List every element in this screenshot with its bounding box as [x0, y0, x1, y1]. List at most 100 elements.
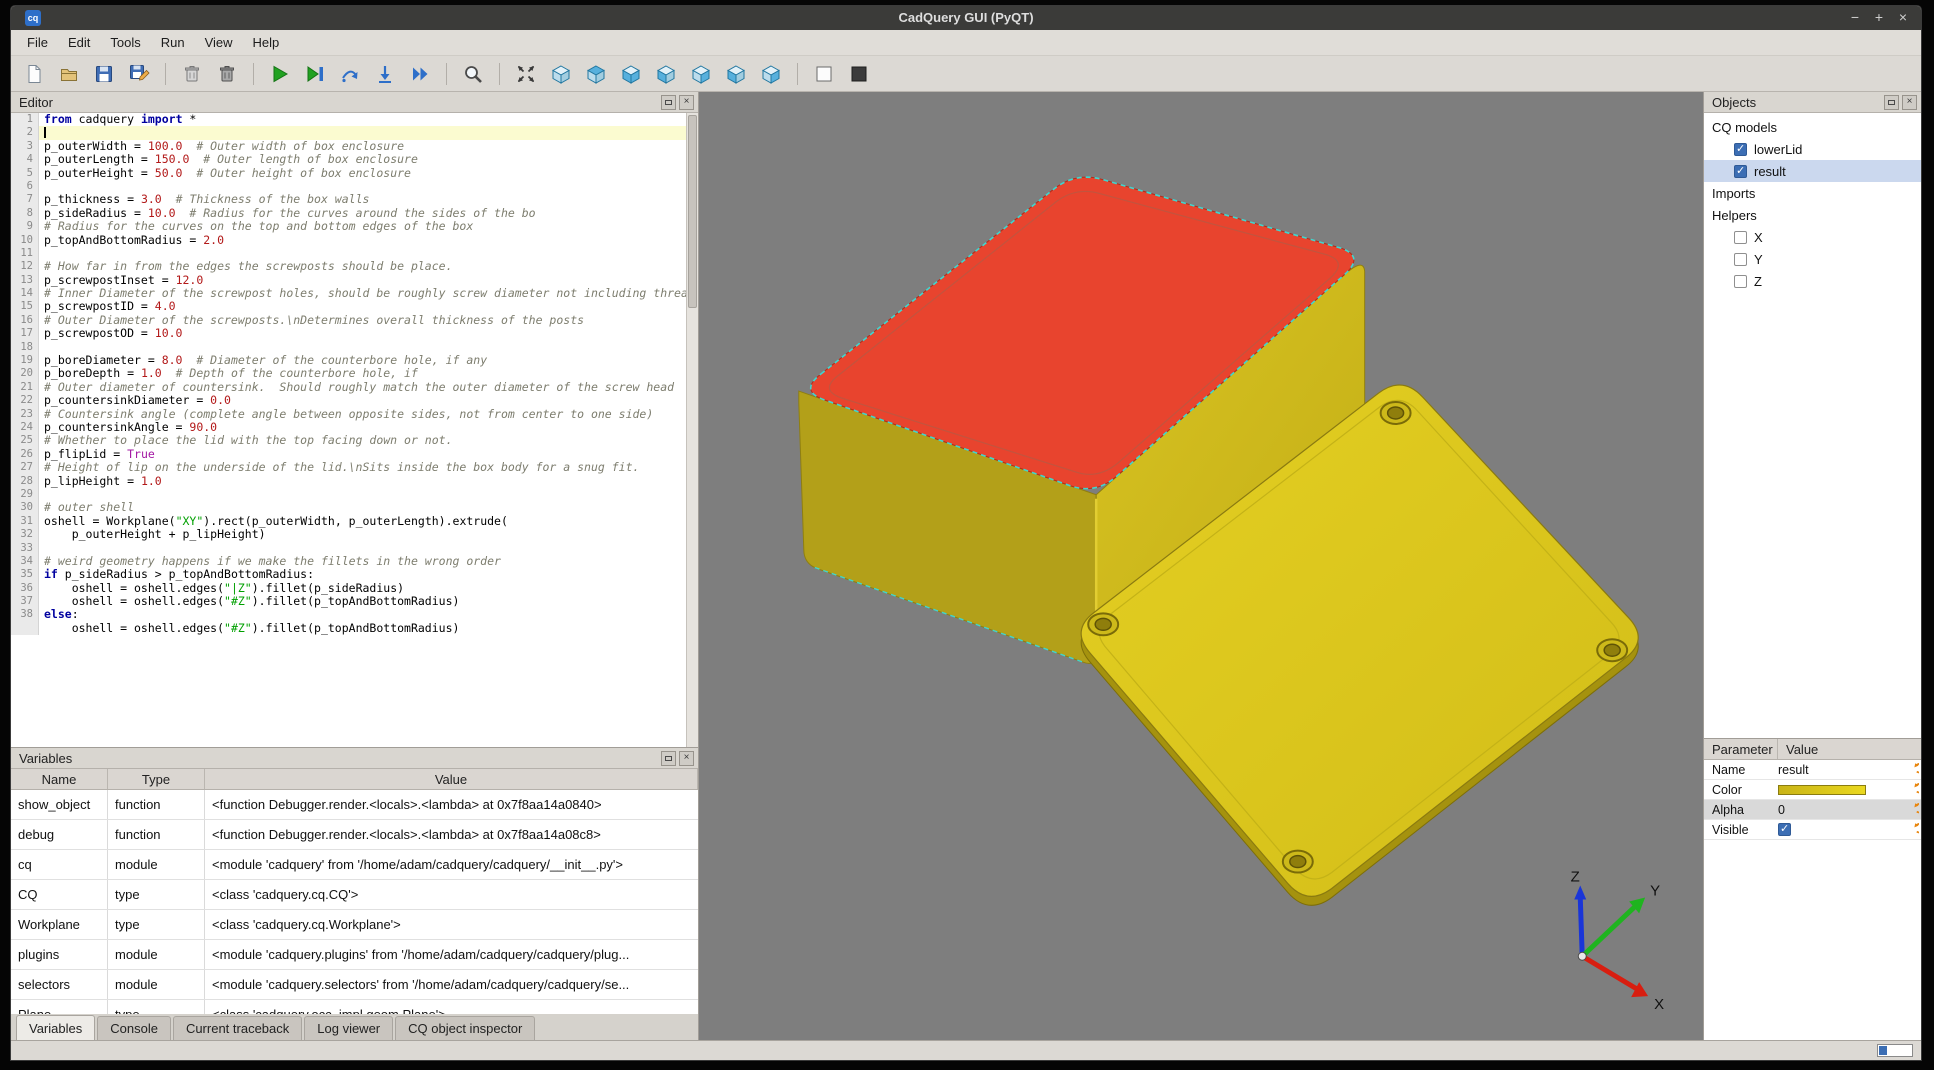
zoom-button[interactable]: [458, 60, 488, 88]
run-button[interactable]: [265, 60, 295, 88]
editor-scrollbar[interactable]: [686, 113, 698, 747]
tab-current-traceback[interactable]: Current traceback: [173, 1016, 302, 1042]
code-line[interactable]: 10p_topAndBottomRadius = 2.0: [11, 234, 686, 247]
variable-row-Plane[interactable]: Planetype<class 'cadquery.occ_impl.geom.…: [11, 1000, 698, 1014]
menu-tools[interactable]: Tools: [100, 31, 150, 54]
variable-row-CQ[interactable]: CQtype<class 'cadquery.cq.CQ'>: [11, 880, 698, 910]
parameter-row-name[interactable]: Nameresult: [1704, 760, 1921, 780]
new-file-button[interactable]: [19, 60, 49, 88]
code-line[interactable]: 17p_screwpostOD = 10.0: [11, 327, 686, 340]
visible-checkbox[interactable]: [1778, 823, 1791, 836]
view-bottom-button[interactable]: [616, 60, 646, 88]
parameter-row-color[interactable]: Color: [1704, 780, 1921, 800]
code-line[interactable]: 6: [11, 180, 686, 193]
tab-variables[interactable]: Variables: [16, 1015, 95, 1042]
reset-parameter-icon[interactable]: [1903, 763, 1921, 776]
code-line[interactable]: 16# Outer Diameter of the screwposts.\nD…: [11, 314, 686, 327]
code-line[interactable]: 24p_countersinkAngle = 90.0: [11, 421, 686, 434]
reset-parameter-icon[interactable]: [1903, 803, 1921, 816]
tree-item-z[interactable]: Z: [1704, 270, 1921, 292]
tree-item-cq-models[interactable]: CQ models: [1704, 116, 1921, 138]
code-line[interactable]: 36 oshell = oshell.edges("|Z").fillet(p_…: [11, 582, 686, 595]
code-line[interactable]: 13p_screwpostInset = 12.0: [11, 274, 686, 287]
code-line[interactable]: 7p_thickness = 3.0 # Thickness of the bo…: [11, 193, 686, 206]
debug-button[interactable]: [300, 60, 330, 88]
editor-float-button[interactable]: [661, 95, 676, 110]
editor-scrollbar-handle[interactable]: [688, 115, 697, 308]
code-line[interactable]: 25# Whether to place the lid with the to…: [11, 434, 686, 447]
editor-close-button[interactable]: ×: [679, 95, 694, 110]
titlebar[interactable]: cq CadQuery GUI (PyQT) − + ×: [11, 6, 1921, 30]
tree-item-lowerlid[interactable]: lowerLid: [1704, 138, 1921, 160]
tab-console[interactable]: Console: [97, 1016, 171, 1042]
code-line[interactable]: 29: [11, 488, 686, 501]
view-left-button[interactable]: [721, 60, 751, 88]
code-area[interactable]: 1from cadquery import *23p_outerWidth = …: [11, 113, 686, 747]
tree-item-x[interactable]: X: [1704, 226, 1921, 248]
tree-item-result[interactable]: result: [1704, 160, 1921, 182]
parameter-row-alpha[interactable]: Alpha0: [1704, 800, 1921, 820]
code-line[interactable]: 8p_sideRadius = 10.0 # Radius for the cu…: [11, 207, 686, 220]
close-button[interactable]: ×: [1891, 6, 1915, 30]
code-line[interactable]: 31oshell = Workplane("XY").rect(p_outerW…: [11, 515, 686, 528]
code-line[interactable]: 38else:: [11, 608, 686, 621]
menu-file[interactable]: File: [17, 31, 58, 54]
lowerlid-checkbox[interactable]: [1734, 143, 1747, 156]
view-iso-button[interactable]: [546, 60, 576, 88]
code-line[interactable]: 2: [11, 126, 686, 139]
code-line[interactable]: 19p_boreDiameter = 8.0 # Diameter of the…: [11, 354, 686, 367]
parameter-row-visible[interactable]: Visible: [1704, 820, 1921, 840]
z-checkbox[interactable]: [1734, 275, 1747, 288]
code-line[interactable]: 33: [11, 542, 686, 555]
code-line[interactable]: 26p_flipLid = True: [11, 448, 686, 461]
column-header[interactable]: Type: [108, 769, 205, 789]
objects-float-button[interactable]: [1884, 95, 1899, 110]
open-button[interactable]: [54, 60, 84, 88]
variable-row-cq[interactable]: cqmodule<module 'cadquery' from '/home/a…: [11, 850, 698, 880]
code-line[interactable]: 11: [11, 247, 686, 260]
reset-parameter-icon[interactable]: [1903, 783, 1921, 796]
reset-parameter-icon[interactable]: [1903, 823, 1921, 836]
code-line[interactable]: 12# How far in from the edges the screwp…: [11, 260, 686, 273]
code-line[interactable]: 30# outer shell: [11, 501, 686, 514]
column-header[interactable]: Value: [205, 769, 698, 789]
result-checkbox[interactable]: [1734, 165, 1747, 178]
menu-edit[interactable]: Edit: [58, 31, 100, 54]
viewport-3d[interactable]: Z Y X: [699, 92, 1703, 1040]
code-line[interactable]: 15p_screwpostID = 4.0: [11, 300, 686, 313]
menu-run[interactable]: Run: [151, 31, 195, 54]
variable-row-debug[interactable]: debugfunction<function Debugger.render.<…: [11, 820, 698, 850]
tree-item-imports[interactable]: Imports: [1704, 182, 1921, 204]
column-header[interactable]: Name: [11, 769, 108, 789]
wireframe-button[interactable]: [809, 60, 839, 88]
tab-log-viewer[interactable]: Log viewer: [304, 1016, 393, 1042]
save-as-button[interactable]: [124, 60, 154, 88]
color-swatch[interactable]: [1778, 785, 1866, 795]
view-top-button[interactable]: [581, 60, 611, 88]
variable-row-show_object[interactable]: show_objectfunction<function Debugger.re…: [11, 790, 698, 820]
view-front-button[interactable]: [651, 60, 681, 88]
code-line[interactable]: 35if p_sideRadius > p_topAndBottomRadius…: [11, 568, 686, 581]
delete-button[interactable]: [212, 60, 242, 88]
code-line[interactable]: 14# Inner Diameter of the screwpost hole…: [11, 287, 686, 300]
view-back-button[interactable]: [686, 60, 716, 88]
step-over-button[interactable]: [335, 60, 365, 88]
variables-close-button[interactable]: ×: [679, 751, 694, 766]
code-line[interactable]: 32 p_outerHeight + p_lipHeight): [11, 528, 686, 541]
shaded-button[interactable]: [844, 60, 874, 88]
view-right-button[interactable]: [756, 60, 786, 88]
save-button[interactable]: [89, 60, 119, 88]
menu-help[interactable]: Help: [243, 31, 290, 54]
code-line[interactable]: 23# Countersink angle (complete angle be…: [11, 408, 686, 421]
x-checkbox[interactable]: [1734, 231, 1747, 244]
code-line[interactable]: 21# Outer diameter of countersink. Shoul…: [11, 381, 686, 394]
tree-item-y[interactable]: Y: [1704, 248, 1921, 270]
variable-row-Workplane[interactable]: Workplanetype<class 'cadquery.cq.Workpla…: [11, 910, 698, 940]
tree-item-helpers[interactable]: Helpers: [1704, 204, 1921, 226]
menu-view[interactable]: View: [195, 31, 243, 54]
code-line[interactable]: 20p_boreDepth = 1.0 # Depth of the count…: [11, 367, 686, 380]
code-line[interactable]: 4p_outerLength = 150.0 # Outer length of…: [11, 153, 686, 166]
code-line[interactable]: 27# Height of lip on the underside of th…: [11, 461, 686, 474]
objects-close-button[interactable]: ×: [1902, 95, 1917, 110]
code-line[interactable]: 1from cadquery import *: [11, 113, 686, 126]
